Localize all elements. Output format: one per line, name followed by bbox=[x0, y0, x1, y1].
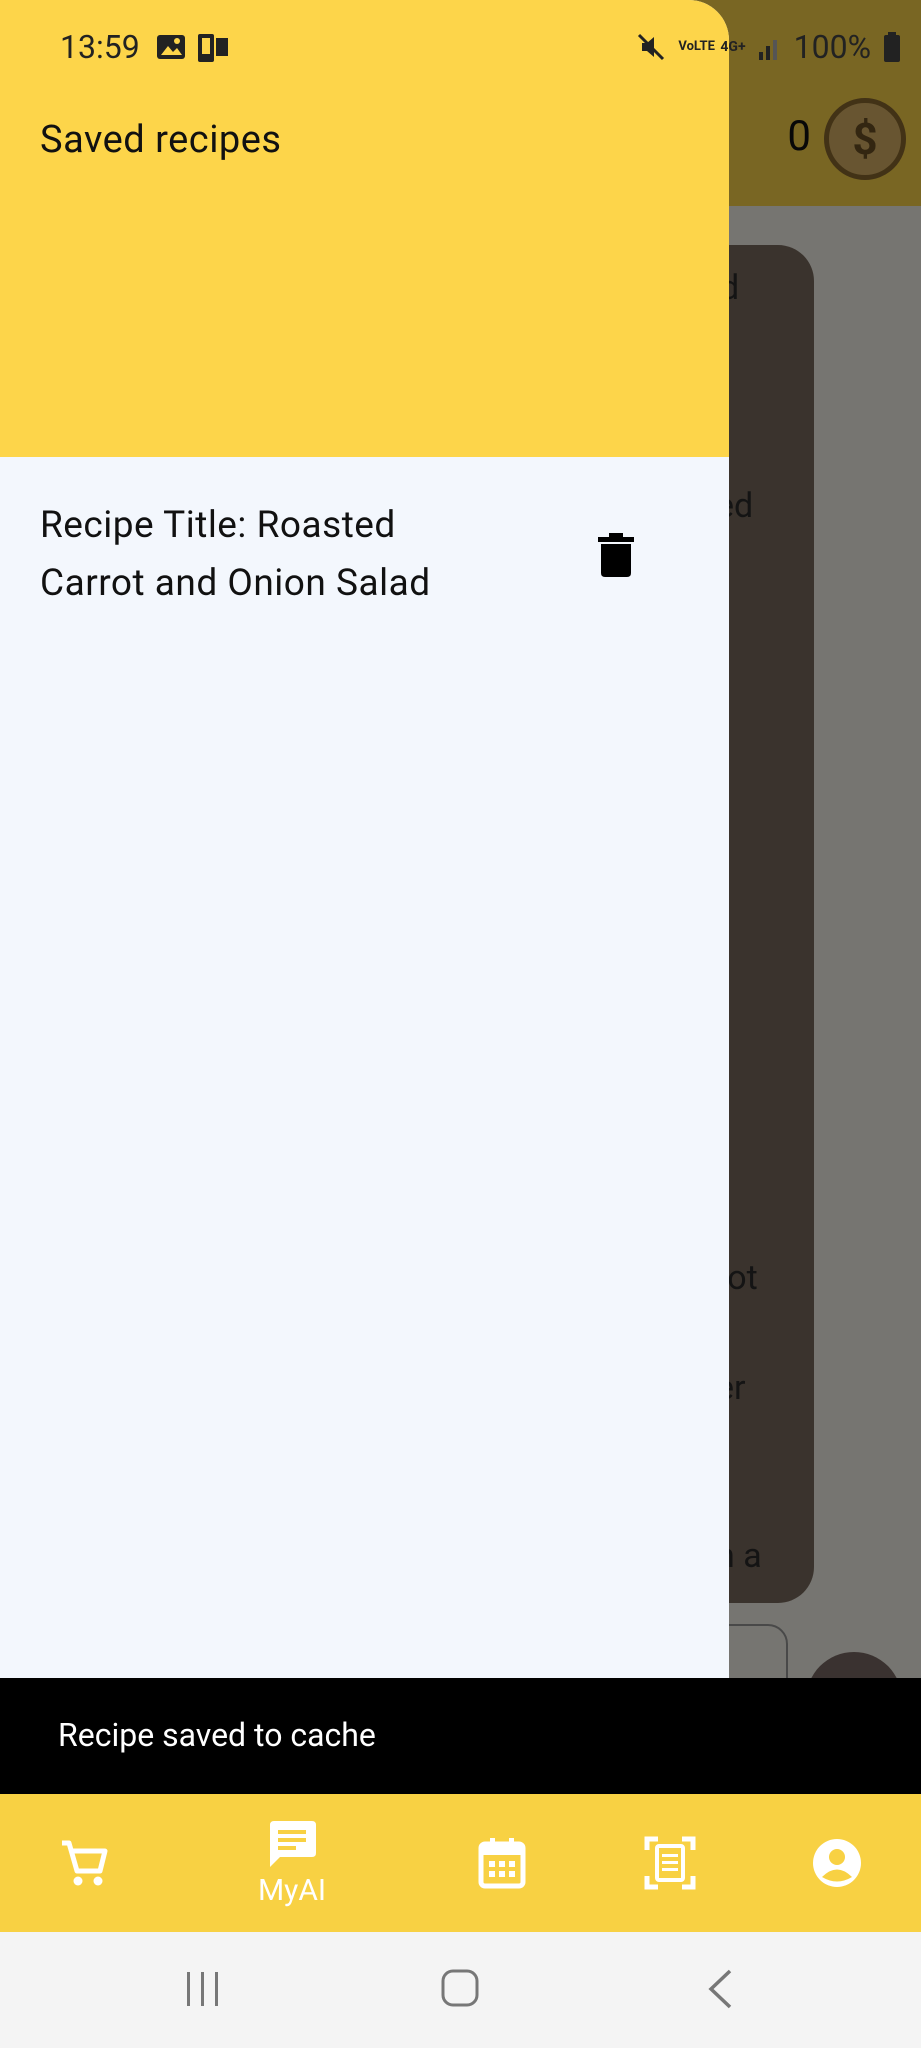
bottom-navigation: MyAI bbox=[0, 1794, 921, 1932]
scan-icon bbox=[644, 1836, 696, 1890]
battery-icon bbox=[884, 32, 900, 62]
snackbar: Recipe saved to cache bbox=[0, 1678, 921, 1794]
battery-percent: 100% bbox=[793, 28, 871, 66]
recipe-title[interactable]: Recipe Title: Roasted Carrot and Onion S… bbox=[40, 497, 480, 613]
status-time: 13:59 bbox=[60, 28, 140, 66]
nav-item-calendar[interactable] bbox=[474, 1794, 530, 1932]
nav-item-cart[interactable] bbox=[44, 1794, 124, 1932]
recent-apps-icon[interactable] bbox=[184, 1970, 222, 2008]
snackbar-message: Recipe saved to cache bbox=[58, 1716, 376, 1754]
account-icon bbox=[813, 1839, 861, 1887]
cart-icon bbox=[62, 1840, 108, 1886]
network-type: 4G+ bbox=[720, 39, 746, 55]
back-icon[interactable] bbox=[706, 1968, 734, 2010]
delete-icon[interactable] bbox=[598, 533, 634, 577]
status-bar: 13:59 VoLTE 4G+ 100% bbox=[0, 0, 921, 96]
nav-label-myai: MyAI bbox=[257, 1872, 327, 1908]
mute-icon bbox=[638, 33, 665, 61]
system-navigation-bar bbox=[0, 1932, 921, 2048]
volte-label: VoLTE bbox=[678, 39, 715, 54]
signal-icon bbox=[758, 40, 777, 60]
nav-item-myai[interactable]: MyAI bbox=[240, 1794, 344, 1932]
chat-icon bbox=[270, 1820, 316, 1867]
home-icon[interactable] bbox=[440, 1968, 480, 2008]
saved-recipe-item[interactable]: Recipe Title: Roasted Carrot and Onion S… bbox=[40, 497, 660, 613]
gallery-icon bbox=[157, 35, 185, 59]
nav-item-account[interactable] bbox=[812, 1794, 862, 1932]
calendar-icon bbox=[478, 1838, 526, 1889]
saved-recipes-drawer: Saved recipes Recipe Title: Roasted Carr… bbox=[0, 0, 729, 1678]
drawer-title: Saved recipes bbox=[40, 118, 282, 162]
nav-item-scan[interactable] bbox=[640, 1794, 700, 1932]
app-notification-icon bbox=[198, 34, 228, 62]
